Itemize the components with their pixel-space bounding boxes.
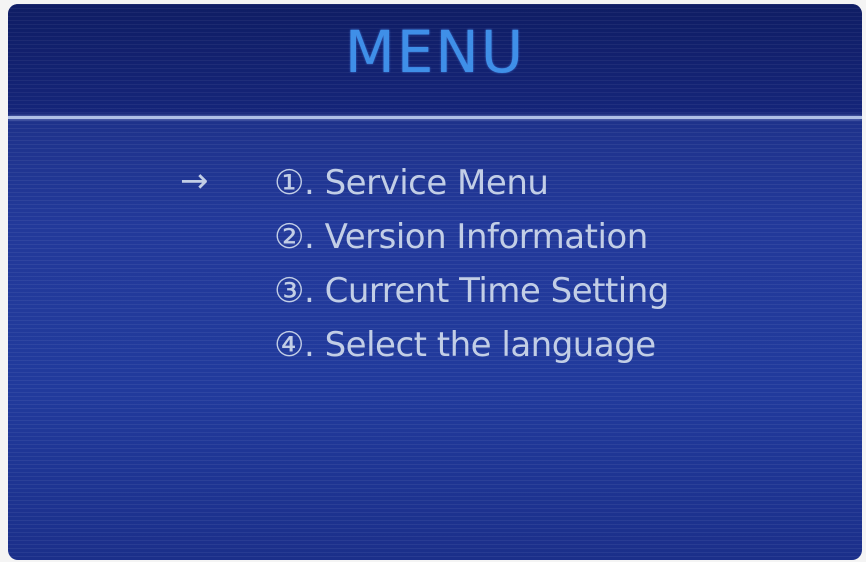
- header-divider: [8, 116, 862, 119]
- page-title: MENU: [344, 18, 526, 86]
- menu-item-service-menu[interactable]: ①. Service Menu: [274, 163, 549, 207]
- header-bar: MENU: [8, 4, 862, 116]
- menu-item-current-time-setting[interactable]: ③. Current Time Setting: [274, 271, 669, 315]
- menu-screen: MENU → ①. Service Menu ②. Version Inform…: [8, 4, 862, 560]
- menu-item-select-language[interactable]: ④. Select the language: [274, 325, 656, 369]
- selection-arrow-icon: →: [180, 161, 209, 201]
- menu-item-version-information[interactable]: ②. Version Information: [274, 217, 648, 261]
